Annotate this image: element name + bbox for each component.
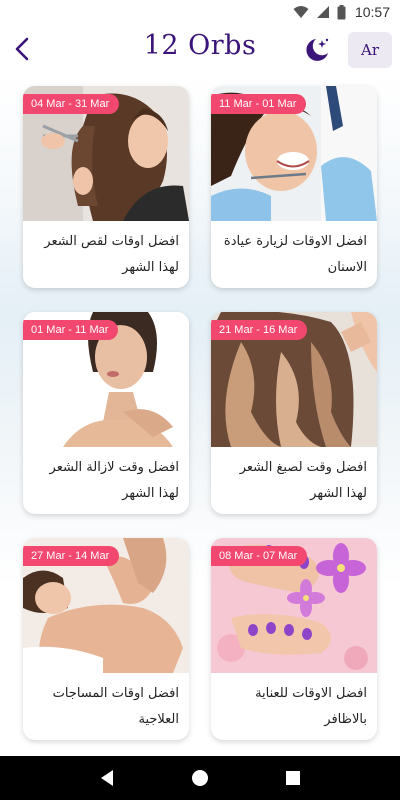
wifi-icon <box>293 5 309 19</box>
triangle-back-icon <box>100 770 113 786</box>
cellular-signal-icon <box>316 5 330 19</box>
nav-recents-button[interactable] <box>273 758 313 798</box>
language-toggle-button[interactable]: Ar <box>348 32 392 68</box>
card-therapeutic-massage[interactable]: 27 Mar - 14 Mar افضل اوقات المساجات العل… <box>23 538 189 740</box>
system-navigation-bar <box>0 756 400 800</box>
nav-back-button[interactable] <box>87 758 127 798</box>
date-range-badge: 04 Mar - 31 Mar <box>23 94 120 114</box>
moon-stars-icon <box>306 38 329 61</box>
card-hair-cut[interactable]: 04 Mar - 31 Mar افضل اوقات لقص الشعر لهذ… <box>23 86 189 288</box>
date-range-badge: 01 Mar - 11 Mar <box>23 320 119 340</box>
square-recents-icon <box>286 771 301 785</box>
card-title: افضل الاوقات للعناية بالاظافر <box>255 686 367 727</box>
card-hair-removal[interactable]: 01 Mar - 11 Mar افضل وقت لازالة الشعر له… <box>23 312 189 514</box>
card-grid: 04 Mar - 31 Mar افضل اوقات لقص الشعر لهذ… <box>0 76 400 756</box>
card-title: افضل وقت لازالة الشعر لهذا الشهر <box>49 460 179 501</box>
night-mode-button[interactable] <box>302 36 332 64</box>
page-title: 12 Orbs <box>143 30 257 61</box>
card-title: افضل الاوقات لزيارة عيادة الاسنان <box>223 234 367 275</box>
circle-home-icon <box>191 770 208 786</box>
battery-icon <box>337 4 346 20</box>
card-title: افضل وقت لصبغ الشعر لهذا الشهر <box>239 460 367 501</box>
date-range-badge: 11 Mar - 01 Mar <box>211 94 307 114</box>
clock-time: 10:57 <box>354 4 390 20</box>
card-title: افضل اوقات لقص الشعر لهذا الشهر <box>44 234 179 275</box>
card-hair-dye[interactable]: 21 Mar - 16 Mar افضل وقت لصبغ الشعر لهذا… <box>211 312 377 514</box>
card-nail-care[interactable]: 08 Mar - 07 Mar افضل الاوقات للعناية بال… <box>211 538 377 740</box>
card-title: افضل اوقات المساجات العلاجية <box>52 686 179 727</box>
nav-home-button[interactable] <box>180 758 220 798</box>
card-dentist-visit[interactable]: 11 Mar - 01 Mar افضل الاوقات لزيارة عياد… <box>211 86 377 288</box>
date-range-badge: 08 Mar - 07 Mar <box>211 546 308 566</box>
status-bar: 10:57 <box>0 0 400 24</box>
date-range-badge: 27 Mar - 14 Mar <box>23 546 120 566</box>
date-range-badge: 21 Mar - 16 Mar <box>211 320 308 340</box>
app-header: 12 Orbs Ar <box>0 24 400 76</box>
